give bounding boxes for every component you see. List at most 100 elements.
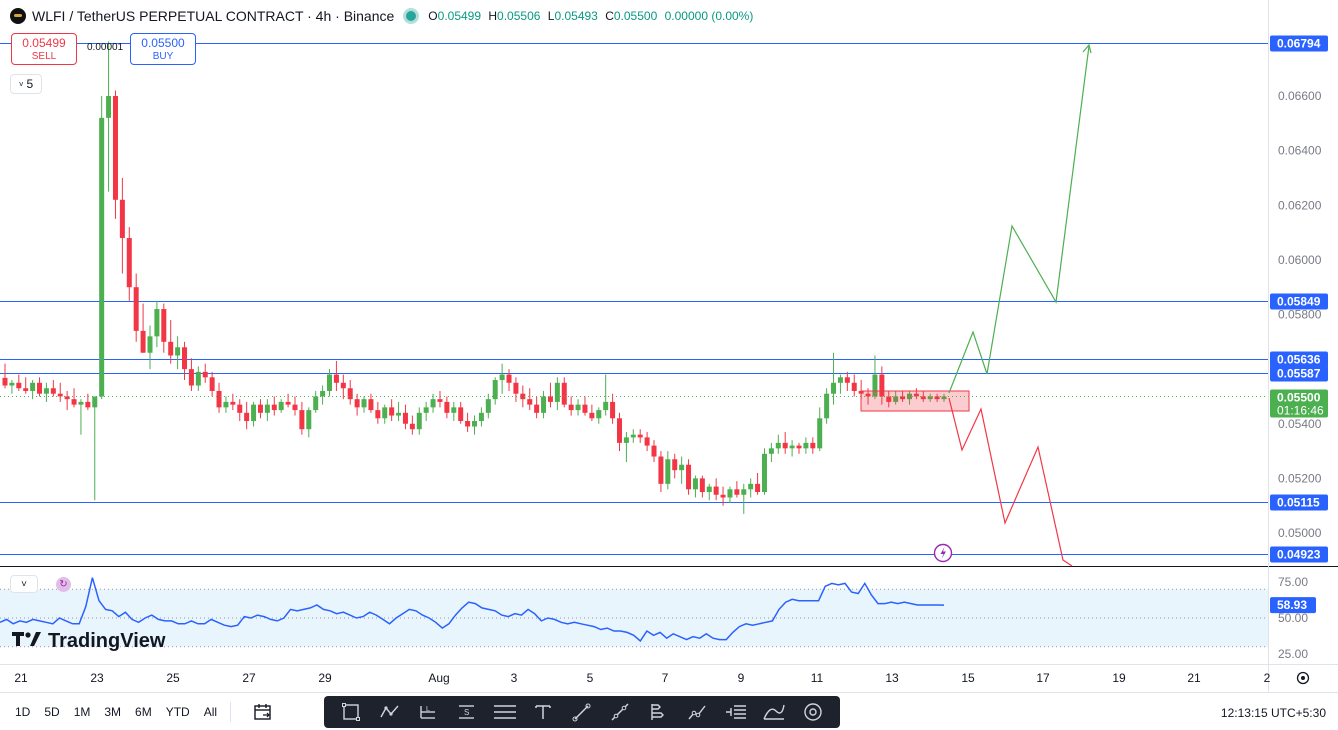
candle-body xyxy=(582,404,588,413)
candle-body xyxy=(147,336,153,353)
pitchfork-icon[interactable] xyxy=(685,700,709,724)
candle-body xyxy=(824,393,830,419)
candle-body xyxy=(16,382,22,389)
tradingview-logo-icon xyxy=(12,630,42,653)
price-tick-label: 0.06200 xyxy=(1278,198,1322,212)
time-tick-label: 11 xyxy=(811,671,824,685)
target-icon[interactable] xyxy=(801,700,825,724)
trendline-icon[interactable] xyxy=(608,700,632,724)
timeframe-1m[interactable]: 1M xyxy=(67,705,98,719)
timeframe-5d[interactable]: 5D xyxy=(37,705,66,719)
candle-body xyxy=(361,399,367,408)
candle-body xyxy=(706,486,712,493)
candle-body xyxy=(451,407,457,413)
rsi-collapse-button[interactable]: ˅ xyxy=(10,575,38,593)
candle-body xyxy=(257,404,263,413)
candle-body xyxy=(803,442,809,449)
symbol-title[interactable]: WLFI / TetherUS PERPETUAL CONTRACT · 4h … xyxy=(32,8,394,24)
path-icon[interactable] xyxy=(378,700,402,724)
candle-body xyxy=(658,456,664,484)
candle-body xyxy=(209,377,215,391)
candle-body xyxy=(182,347,188,370)
level-price-label: 0.04923 xyxy=(1277,548,1321,562)
long-short-icon[interactable] xyxy=(724,700,748,724)
timeframe-1d[interactable]: 1D xyxy=(8,705,37,719)
utc-clock[interactable]: 12:13:15 UTC+5:30 xyxy=(1221,706,1326,720)
candle-body xyxy=(43,388,49,394)
candle-body xyxy=(741,489,747,495)
candle-body xyxy=(175,347,181,356)
candle-body xyxy=(810,442,816,449)
chart-settings-icon-center xyxy=(1301,676,1305,680)
candle-body xyxy=(610,401,616,419)
timeframe-3m[interactable]: 3M xyxy=(97,705,128,719)
fib-retracement-icon[interactable] xyxy=(647,700,671,724)
short-position-icon[interactable]: S xyxy=(455,700,479,724)
candle-body xyxy=(534,404,540,413)
candle-body xyxy=(161,309,167,342)
timeframe-6m[interactable]: 6M xyxy=(128,705,159,719)
candle-body xyxy=(9,382,15,386)
rectangle-icon[interactable] xyxy=(339,700,363,724)
text-icon[interactable] xyxy=(531,700,555,724)
long-position-icon[interactable]: L xyxy=(416,700,440,724)
candle-body xyxy=(271,404,277,411)
level-price-label: 0.05849 xyxy=(1277,295,1321,309)
drawing-tools-bar: L S xyxy=(324,696,840,728)
time-tick-label: 2 xyxy=(1264,671,1271,685)
candle-body xyxy=(402,412,408,424)
goto-date-icon[interactable] xyxy=(251,700,275,724)
candle-body xyxy=(789,445,795,449)
consolidation-rectangle[interactable] xyxy=(860,390,970,412)
candle-body xyxy=(768,448,774,454)
price-chart[interactable]: 0.06600 0.06400 0.06200 0.06000 0.05800 0.054… xyxy=(0,0,1338,692)
buy-button[interactable]: 0.05500 BUY xyxy=(130,33,196,65)
indicators-collapse-button[interactable]: ˅ 5 xyxy=(10,74,42,94)
brush-icon[interactable] xyxy=(570,700,594,724)
candle-body xyxy=(50,388,56,394)
candle-body xyxy=(575,404,581,411)
candle-body xyxy=(375,410,381,419)
rsi-tick-label: 75.00 xyxy=(1278,575,1308,589)
chart-window: 0.06600 0.06400 0.06200 0.06000 0.05800 0.054… xyxy=(0,0,1338,730)
rsi-band xyxy=(0,589,1268,647)
timeframe-all[interactable]: All xyxy=(197,705,224,719)
rsi-reload-icon[interactable]: ↻ xyxy=(56,577,71,592)
time-tick-label: 9 xyxy=(738,671,745,685)
chevron-down-icon: ˅ xyxy=(21,578,27,590)
last-price-label: 0.05500 xyxy=(1277,391,1321,405)
candle-body xyxy=(796,445,802,449)
candle-body xyxy=(154,309,160,337)
candle-body xyxy=(478,412,484,422)
rsi-tick-label: 25.00 xyxy=(1278,647,1308,661)
candle-body xyxy=(202,371,208,378)
timeframe-ytd[interactable]: YTD xyxy=(159,705,197,719)
candle-body xyxy=(71,399,77,405)
time-tick-label: 3 xyxy=(511,671,518,685)
price-tick-label: 0.06400 xyxy=(1278,144,1322,158)
time-tick-label: 7 xyxy=(662,671,669,685)
candle-body xyxy=(2,377,8,386)
candle-body xyxy=(416,412,422,430)
candle-body xyxy=(430,399,436,408)
candle-body xyxy=(327,374,333,391)
candle-body xyxy=(761,453,767,493)
time-tick-label: 19 xyxy=(1112,671,1126,685)
candle-body xyxy=(437,399,443,402)
parallel-channel-icon[interactable] xyxy=(493,700,517,724)
time-tick-label: 17 xyxy=(1036,671,1050,685)
sell-button[interactable]: 0.05499 SELL xyxy=(11,33,77,65)
candle-body xyxy=(465,421,471,427)
candle-body xyxy=(727,489,733,498)
pattern-icon[interactable] xyxy=(762,700,786,724)
candle-body xyxy=(423,407,429,413)
level-price-label: 0.05587 xyxy=(1277,367,1321,381)
candle-body xyxy=(333,374,339,383)
toolbar-divider xyxy=(230,701,232,722)
candle-body xyxy=(472,421,477,427)
time-tick-label: 15 xyxy=(961,671,975,685)
candle-body xyxy=(686,464,692,490)
candle-body xyxy=(692,478,698,490)
candle-body xyxy=(513,382,519,394)
level-price-label: 0.05115 xyxy=(1277,496,1320,510)
